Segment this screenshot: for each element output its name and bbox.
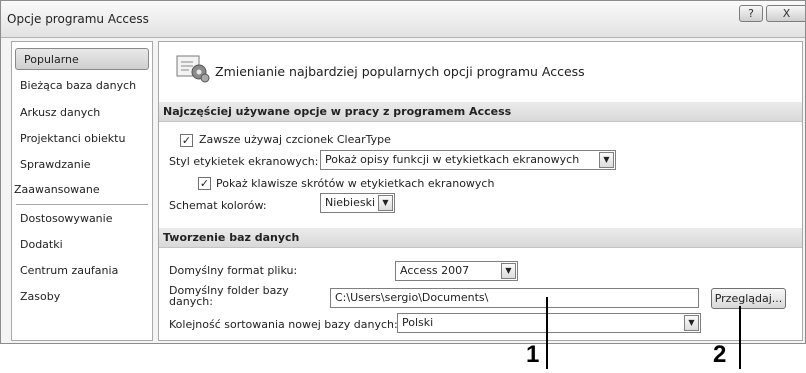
file-format-label: Domyślny format pliku: [169, 264, 298, 277]
page-title: Zmienianie najbardziej popularnych opcji… [215, 64, 585, 79]
default-folder-label-line2: danych: [169, 295, 213, 308]
close-button[interactable]: X [766, 5, 805, 22]
window-title: Opcje programu Access [7, 12, 149, 26]
sidebar-item-centrum-zaufania[interactable]: Centrum zaufania [12, 260, 152, 282]
sort-order-value: Polski [402, 316, 434, 329]
sidebar-item-dostosowywanie[interactable]: Dostosowywanie [12, 208, 152, 230]
options-dialog: Opcje programu Access ? X Popularne Bież… [0, 0, 806, 344]
cleartype-checkbox[interactable]: ✓ [180, 134, 193, 147]
section-header-common: Najczęściej używane opcje w pracy z prog… [159, 102, 802, 122]
sidebar-item-zaawansowane[interactable]: Zaawansowane [12, 179, 152, 201]
browse-button[interactable]: Przeglądaj... [711, 288, 786, 309]
color-scheme-label: Schemat kolorów: [169, 199, 267, 212]
cleartype-label: Zawsze używaj czcionek ClearType [199, 133, 391, 146]
sidebar-item-projektanci-obiektu[interactable]: Projektanci obiektu [12, 128, 152, 150]
sidebar-item-arkusz-danych[interactable]: Arkusz danych [12, 102, 152, 124]
help-button[interactable]: ? [739, 5, 763, 22]
sidebar-item-zasoby[interactable]: Zasoby [12, 286, 152, 308]
sidebar-item-popularne[interactable]: Popularne [15, 48, 149, 70]
file-format-value: Access 2007 [400, 264, 470, 277]
sidebar-item-biezaca-baza-danych[interactable]: Bieżąca baza danych [12, 75, 152, 97]
sort-order-dropdown[interactable]: Polski ▼ [397, 313, 701, 333]
callout-line-2 [739, 306, 741, 369]
section-header-create: Tworzenie baz danych [159, 228, 802, 248]
sidebar-item-dodatki[interactable]: Dodatki [12, 234, 152, 256]
options-icon [176, 55, 210, 83]
category-sidebar: Popularne Bieżąca baza danych Arkusz dan… [11, 41, 153, 341]
chevron-down-icon[interactable]: ▼ [378, 195, 393, 211]
callout-line-1 [546, 297, 548, 369]
chevron-down-icon[interactable]: ▼ [599, 152, 614, 168]
callout-number-1: 1 [526, 341, 540, 368]
chevron-down-icon[interactable]: ▼ [684, 315, 699, 331]
color-scheme-value: Niebieski [325, 196, 376, 209]
file-format-dropdown[interactable]: Access 2007 ▼ [395, 261, 518, 281]
screentip-style-dropdown[interactable]: Pokaż opisy funkcji w etykietkach ekrano… [320, 150, 616, 170]
screentip-style-value: Pokaż opisy funkcji w etykietkach ekrano… [325, 153, 580, 166]
chevron-down-icon[interactable]: ▼ [501, 263, 516, 279]
title-bar: Opcje programu Access ? X [1, 1, 805, 38]
sidebar-separator [16, 204, 148, 205]
screentip-style-label: Styl etykietek ekranowych: [169, 155, 319, 168]
color-scheme-dropdown[interactable]: Niebieski ▼ [320, 193, 395, 213]
callout-number-2: 2 [713, 341, 727, 368]
options-panel: Zmienianie najbardziej popularnych opcji… [158, 41, 803, 341]
sort-order-label: Kolejność sortowania nowej bazy danych: [169, 318, 398, 331]
shortcut-keys-label: Pokaż klawisze skrótów w etykietkach ekr… [216, 177, 495, 190]
default-folder-input[interactable]: C:\Users\sergio\Documents\ [330, 288, 699, 308]
sidebar-item-sprawdzanie[interactable]: Sprawdzanie [12, 154, 152, 176]
shortcut-keys-checkbox[interactable]: ✓ [198, 177, 211, 190]
